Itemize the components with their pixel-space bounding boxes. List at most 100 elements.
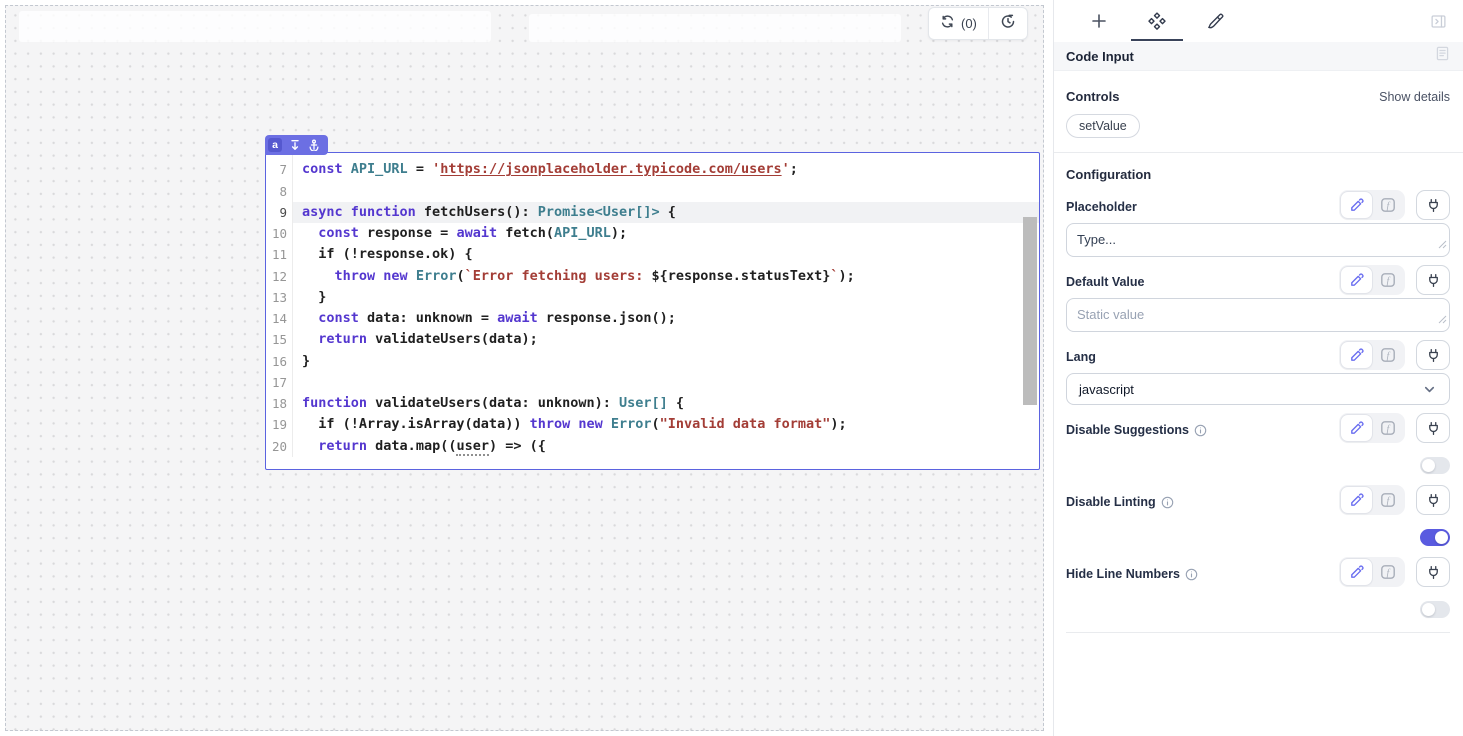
property-row-default-value: Default Value f Static value (1066, 265, 1450, 332)
js-mode-button[interactable]: f (1372, 487, 1403, 513)
line-number: 18 (266, 393, 293, 414)
line-number: 17 (266, 372, 293, 393)
binding-controls: f (1339, 340, 1450, 370)
code-line-18[interactable]: 18function validateUsers(data: unknown):… (266, 393, 1039, 414)
property-label: Disable Suggestions (1066, 423, 1207, 443)
code-text[interactable]: if (!response.ok) { (293, 244, 1039, 265)
collapse-panel-icon[interactable] (1430, 13, 1447, 30)
code-text[interactable]: async function fetchUsers(): Promise<Use… (293, 202, 1039, 223)
svg-text:f: f (1386, 495, 1390, 506)
tab-widget-properties[interactable] (1128, 1, 1186, 41)
bind-data-button[interactable] (1416, 265, 1450, 295)
info-icon[interactable] (1185, 568, 1198, 581)
static-mode-button[interactable] (1341, 192, 1372, 218)
code-line-15[interactable]: 15 return validateUsers(data); (266, 329, 1039, 350)
canvas-top-strip-2 (529, 14, 901, 42)
scroll-into-view-icon[interactable] (289, 139, 301, 151)
js-mode-button[interactable]: f (1372, 342, 1403, 368)
binding-controls: f (1339, 485, 1450, 515)
code-text[interactable]: return data.map((user) => ({ (293, 436, 1039, 457)
code-text[interactable] (293, 372, 1039, 393)
refresh-evaluations-button[interactable]: (0) (929, 8, 988, 39)
controls-section-title: Controls (1066, 89, 1119, 104)
code-line-9[interactable]: 9async function fetchUsers(): Promise<Us… (266, 202, 1039, 223)
static-mode-button[interactable] (1341, 415, 1372, 441)
lang-select[interactable]: javascript (1066, 373, 1450, 405)
code-text[interactable]: return validateUsers(data); (293, 329, 1039, 350)
js-mode-button[interactable]: f (1372, 415, 1403, 441)
line-number: 15 (266, 329, 293, 350)
binding-controls: f (1339, 413, 1450, 443)
code-text[interactable]: const response = await fetch(API_URL); (293, 223, 1039, 244)
code-line-17[interactable]: 17 (266, 372, 1039, 393)
code-text[interactable]: throw new Error(`Error fetching users: $… (293, 266, 1039, 287)
default-value-input[interactable]: Static value (1066, 298, 1450, 332)
js-mode-button[interactable]: f (1372, 192, 1403, 218)
anchor-icon[interactable] (308, 139, 320, 151)
bind-data-button[interactable] (1416, 190, 1450, 220)
canvas-top-strip (19, 11, 491, 42)
code-line-8[interactable]: 8 (266, 181, 1039, 202)
code-line-11[interactable]: 11 if (!response.ok) { (266, 244, 1039, 265)
code-line-19[interactable]: 19 if (!Array.isArray(data)) throw new E… (266, 414, 1039, 435)
widget-name-badge[interactable]: a (268, 138, 282, 152)
info-icon[interactable] (1161, 496, 1174, 509)
code-text[interactable]: const data: unknown = await response.jso… (293, 308, 1039, 329)
svg-text:f: f (1386, 275, 1390, 286)
tab-add[interactable] (1070, 1, 1128, 41)
bind-data-button[interactable] (1416, 413, 1450, 443)
show-details-link[interactable]: Show details (1379, 90, 1450, 104)
static-mode-button[interactable] (1341, 342, 1372, 368)
line-number: 8 (266, 181, 293, 202)
widget-toolbar[interactable]: a (265, 135, 328, 155)
placeholder-input[interactable]: Type... (1066, 223, 1450, 257)
code-line-20[interactable]: 20 return data.map((user) => ({ (266, 436, 1039, 457)
code-text[interactable]: function validateUsers(data: unknown): U… (293, 393, 1039, 414)
code-line-12[interactable]: 12 throw new Error(`Error fetching users… (266, 266, 1039, 287)
code-text[interactable]: } (293, 287, 1039, 308)
code-line-14[interactable]: 14 const data: unknown = await response.… (266, 308, 1039, 329)
code-line-13[interactable]: 13 } (266, 287, 1039, 308)
code-editor-scrollbar[interactable] (1023, 217, 1037, 405)
hide-line-numbers-toggle[interactable] (1420, 601, 1450, 618)
property-pane: Code Input Controls Show details setValu… (1053, 0, 1463, 736)
control-chip-setValue[interactable]: setValue (1066, 114, 1140, 138)
code-line-6[interactable]: 6 (266, 152, 1039, 159)
widget-title: Code Input (1066, 49, 1134, 64)
code-line-10[interactable]: 10 const response = await fetch(API_URL)… (266, 223, 1039, 244)
code-line-16[interactable]: 16} (266, 351, 1039, 372)
property-label: Default Value (1066, 275, 1145, 295)
svg-text:f: f (1386, 423, 1390, 434)
code-line-7[interactable]: 7const API_URL = 'https://jsonplaceholde… (266, 159, 1039, 180)
resize-grip-icon[interactable] (1438, 311, 1447, 329)
code-text[interactable]: if (!Array.isArray(data)) throw new Erro… (293, 414, 1039, 435)
disable-linting-toggle[interactable] (1420, 529, 1450, 546)
code-text[interactable] (293, 152, 1039, 159)
code-text[interactable]: const API_URL = 'https://jsonplaceholder… (293, 159, 1039, 180)
binding-controls: f (1339, 190, 1450, 220)
code-input-widget[interactable]: 67const API_URL = 'https://jsonplacehold… (265, 152, 1040, 470)
bind-data-button[interactable] (1416, 340, 1450, 370)
bind-data-button[interactable] (1416, 557, 1450, 587)
code-text[interactable]: } (293, 351, 1039, 372)
resize-grip-icon[interactable] (1438, 236, 1447, 254)
static-mode-button[interactable] (1341, 559, 1372, 585)
doc-notes-icon[interactable] (1434, 45, 1451, 67)
static-mode-button[interactable] (1341, 487, 1372, 513)
code-text[interactable] (293, 181, 1039, 202)
svg-text:f: f (1386, 567, 1390, 578)
property-label: Disable Linting (1066, 495, 1174, 515)
refresh-icon (940, 14, 955, 34)
bind-data-button[interactable] (1416, 485, 1450, 515)
widget-title-bar: Code Input (1054, 42, 1463, 71)
info-icon[interactable] (1194, 424, 1207, 437)
editor-canvas[interactable]: (0) a (0, 0, 1053, 736)
property-label: Placeholder (1066, 200, 1137, 220)
tab-style[interactable] (1186, 1, 1244, 41)
js-mode-button[interactable]: f (1372, 559, 1403, 585)
js-mode-button[interactable]: f (1372, 267, 1403, 293)
history-button[interactable] (988, 8, 1027, 39)
static-mode-button[interactable] (1341, 267, 1372, 293)
line-number: 13 (266, 287, 293, 308)
disable-suggestions-toggle[interactable] (1420, 457, 1450, 474)
